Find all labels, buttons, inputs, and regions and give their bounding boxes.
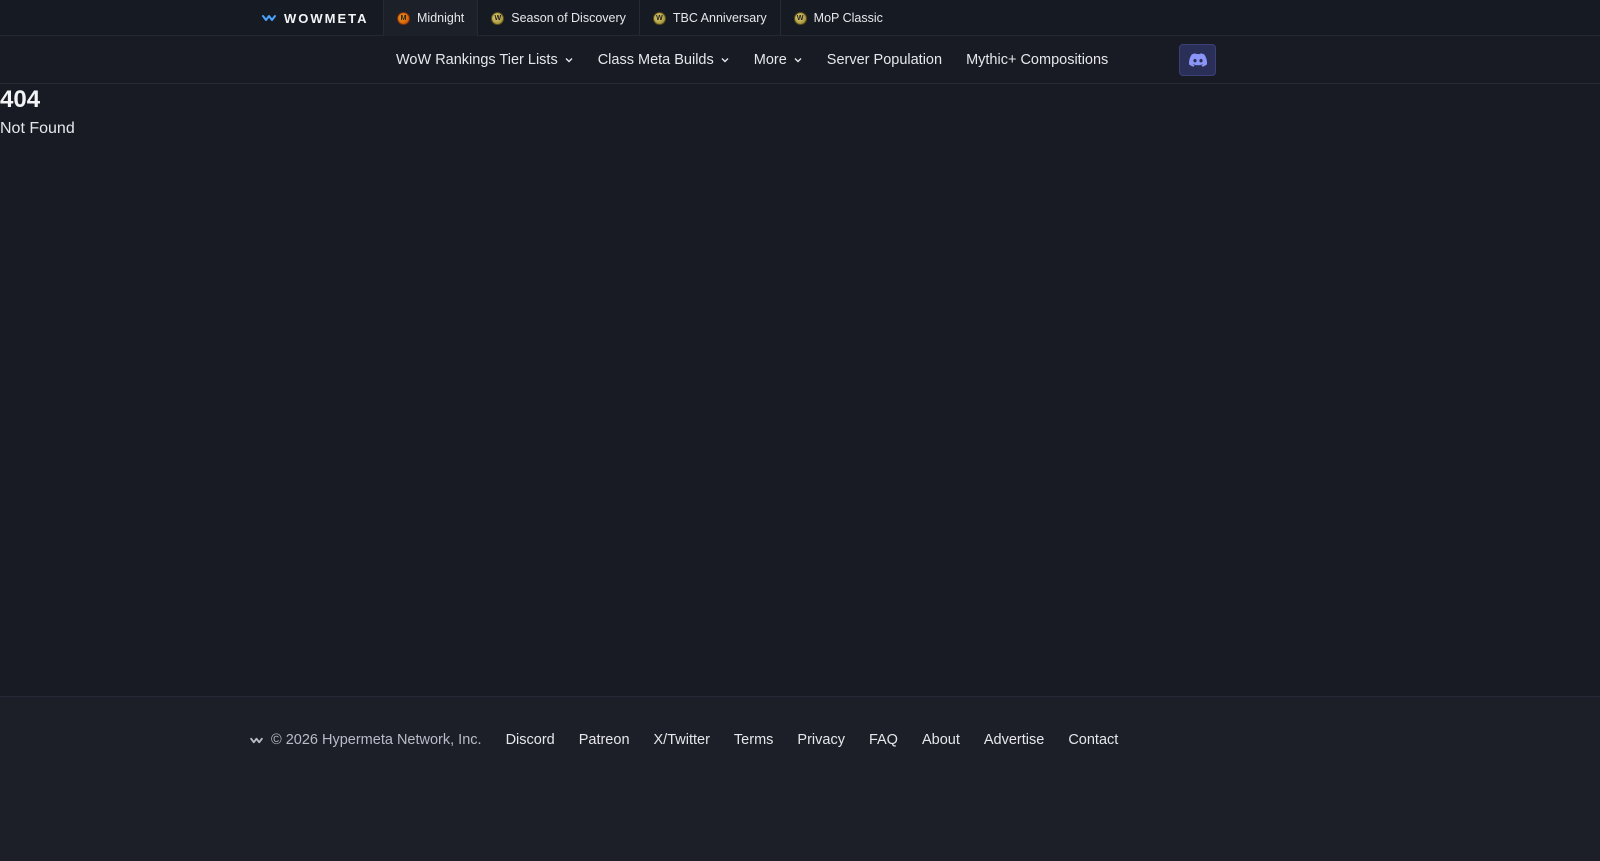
game-tab-label: TBC Anniversary [672, 11, 767, 25]
wow-badge-icon: W [793, 11, 807, 25]
footer-link-contact[interactable]: Contact [1068, 732, 1118, 748]
nav-item-class-meta-builds[interactable]: Class Meta Builds [598, 52, 730, 68]
nav-item-more[interactable]: More [754, 52, 803, 68]
game-tab-label: Midnight [417, 11, 465, 25]
discord-icon [1188, 53, 1207, 67]
footer-link-terms[interactable]: Terms [734, 732, 773, 748]
game-tab-mop-classic[interactable]: W MoP Classic [779, 0, 896, 36]
game-tab-midnight[interactable]: M Midnight [383, 0, 478, 36]
game-tab-season-of-discovery[interactable]: W Season of Discovery [477, 0, 639, 36]
game-switcher-bar: WOWMETA M Midnight W Season of Discovery… [0, 0, 1600, 36]
nav-items: WoW Rankings Tier Lists Class Meta Build… [396, 36, 1132, 84]
game-tab-tbc-anniversary[interactable]: W TBC Anniversary [638, 0, 780, 36]
discord-button[interactable] [1179, 44, 1216, 76]
error-code: 404 [0, 86, 41, 113]
copyright-text: © 2026 Hypermeta Network, Inc. [271, 732, 482, 748]
hypermeta-logo-icon [250, 737, 263, 743]
midnight-badge-icon: M [397, 11, 410, 25]
wow-badge-icon: W [652, 11, 666, 25]
game-tab-label: Season of Discovery [511, 11, 626, 25]
nav-item-label: Mythic+ Compositions [966, 52, 1109, 68]
nav-item-server-population[interactable]: Server Population [827, 52, 942, 68]
page: WOWMETA M Midnight W Season of Discovery… [0, 0, 1600, 861]
chevron-down-icon [721, 58, 729, 63]
nav-item-label: Class Meta Builds [597, 52, 714, 68]
error-message: Not Found [0, 120, 75, 137]
footer-link-discord[interactable]: Discord [506, 732, 555, 748]
game-tabs: M Midnight W Season of Discovery W TBC A… [383, 0, 896, 36]
game-tab-label: MoP Classic [813, 11, 883, 25]
nav-item-mythic-compositions[interactable]: Mythic+ Compositions [966, 52, 1108, 68]
main-content: 404 Not Found [0, 84, 1600, 696]
main-nav: WoW Rankings Tier Lists Class Meta Build… [0, 36, 1600, 84]
footer-link-privacy[interactable]: Privacy [797, 732, 845, 748]
footer-link-advertise[interactable]: Advertise [984, 732, 1044, 748]
footer-link-twitter[interactable]: X/Twitter [654, 732, 710, 748]
brand-logo[interactable]: WOWMETA [262, 0, 369, 36]
nav-item-label: WoW Rankings Tier Lists [396, 52, 558, 68]
footer-row: © 2026 Hypermeta Network, Inc. Discord P… [250, 728, 1142, 752]
footer: © 2026 Hypermeta Network, Inc. Discord P… [0, 696, 1600, 861]
copyright: © 2026 Hypermeta Network, Inc. [250, 732, 482, 748]
footer-link-patreon[interactable]: Patreon [579, 732, 630, 748]
brand-name: WOWMETA [284, 10, 369, 26]
footer-link-faq[interactable]: FAQ [869, 732, 898, 748]
wow-badge-icon: W [491, 11, 505, 25]
nav-item-tier-lists[interactable]: WoW Rankings Tier Lists [396, 52, 574, 68]
chevron-down-icon [565, 58, 573, 63]
nav-item-label: Server Population [826, 52, 943, 68]
footer-link-about[interactable]: About [922, 732, 960, 748]
wowmeta-logo-icon [262, 15, 276, 21]
chevron-down-icon [794, 58, 802, 63]
nav-item-label: More [753, 52, 787, 68]
